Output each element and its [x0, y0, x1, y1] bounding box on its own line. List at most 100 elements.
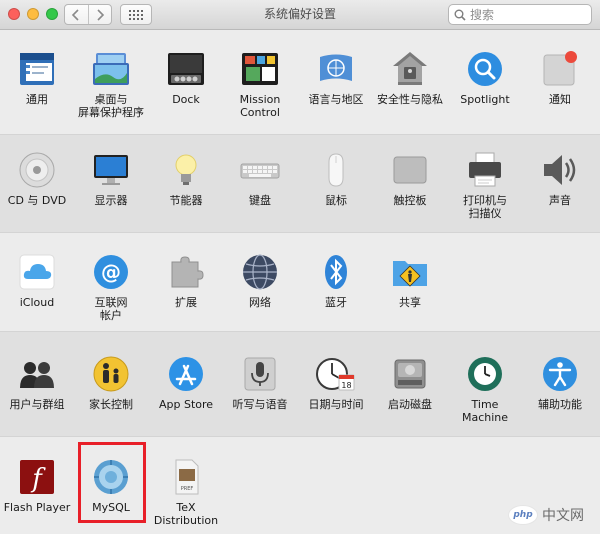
pane-label: 桌面与 屏幕保护程序 — [78, 93, 144, 119]
pane-accessibility[interactable]: 辅助功能 — [522, 354, 598, 411]
general-icon — [20, 53, 54, 85]
sharing-folder-icon — [393, 261, 427, 287]
trackpad-icon — [393, 156, 427, 184]
desktop-screensaver-icon — [93, 53, 129, 85]
pane-security-privacy[interactable]: 安全性与隐私 — [372, 49, 448, 106]
house-lock-icon — [393, 52, 427, 85]
pane-displays[interactable]: 显示器 — [73, 150, 149, 207]
pane-parental-controls[interactable]: 家长控制 — [73, 354, 149, 411]
pane-label: 通用 — [26, 93, 48, 106]
pane-label: Spotlight — [460, 93, 510, 106]
pane-label: 辅助功能 — [538, 398, 582, 411]
pane-network[interactable]: 网络 — [222, 252, 298, 309]
time-machine-icon — [468, 357, 502, 391]
pane-label: Mission Control — [239, 93, 281, 119]
pane-mission-control[interactable]: Mission Control — [222, 49, 298, 119]
spotlight-icon — [468, 52, 502, 86]
pane-language-region[interactable]: 语言与地区 — [298, 49, 374, 106]
pane-label: Dock — [172, 93, 200, 106]
pane-dictation-speech[interactable]: 听写与语音 — [222, 354, 298, 411]
pane-printers-scanners[interactable]: 打印机与 扫描仪 — [447, 150, 523, 220]
pane-label: CD 与 DVD — [7, 194, 67, 207]
pane-label: 蓝牙 — [325, 296, 347, 309]
users-icon — [20, 362, 54, 388]
pane-flash-player[interactable]: f Flash Player — [0, 457, 75, 514]
puzzle-piece-icon — [171, 256, 204, 288]
pane-time-machine[interactable]: Time Machine — [447, 354, 523, 424]
zoom-window-button[interactable] — [46, 8, 58, 20]
search-input[interactable] — [470, 7, 580, 22]
accessibility-icon — [543, 357, 577, 391]
at-sign-icon: @ — [94, 255, 128, 289]
pane-cd-dvd[interactable]: CD 与 DVD — [0, 150, 75, 207]
pane-spotlight[interactable]: Spotlight — [447, 49, 523, 106]
forward-button[interactable] — [87, 5, 112, 24]
pane-label: App Store — [158, 398, 214, 411]
pane-label: 节能器 — [169, 194, 203, 207]
minimize-window-button[interactable] — [27, 8, 39, 20]
keyboard-icon — [240, 163, 280, 179]
pane-label: 共享 — [399, 296, 421, 309]
pane-mouse[interactable]: 鼠标 — [298, 150, 374, 207]
pane-label: 家长控制 — [89, 398, 133, 411]
notifications-icon — [543, 51, 577, 86]
pane-label: 声音 — [549, 194, 571, 207]
search-box[interactable] — [448, 4, 592, 25]
pane-sharing[interactable]: 共享 — [372, 252, 448, 309]
microphone-icon — [244, 357, 276, 391]
pane-bluetooth[interactable]: 蓝牙 — [298, 252, 374, 309]
printer-icon — [469, 152, 501, 187]
pane-label: 启动磁盘 — [388, 398, 432, 411]
mouse-icon — [328, 153, 344, 187]
show-all-button[interactable] — [120, 4, 152, 25]
pane-startup-disk[interactable]: 启动磁盘 — [372, 354, 448, 411]
speaker-icon — [544, 155, 576, 185]
pane-label: 显示器 — [94, 194, 128, 207]
pane-general[interactable]: 通用 — [0, 49, 75, 106]
pane-app-store[interactable]: App Store — [148, 354, 224, 411]
svg-text:@: @ — [101, 260, 121, 284]
pane-notifications[interactable]: 通知 — [522, 49, 598, 106]
pane-tex-distribution[interactable]: PREF TeX Distribution — [148, 457, 224, 527]
pane-label: TeX Distribution — [153, 501, 219, 527]
globe-icon — [243, 254, 277, 290]
pane-label: 听写与语音 — [232, 398, 288, 411]
pane-extensions[interactable]: 扩展 — [148, 252, 224, 309]
pane-dock[interactable]: Dock — [148, 49, 224, 106]
pane-desktop-screensaver[interactable]: 桌面与 屏幕保护程序 — [73, 49, 149, 119]
pane-label: Flash Player — [3, 501, 71, 514]
pane-label: 鼠标 — [325, 194, 347, 207]
pane-label: Time Machine — [461, 398, 509, 424]
pane-internet-accounts[interactable]: @ 互联网 帐户 — [73, 252, 149, 322]
watermark-logo: php — [508, 505, 538, 525]
pane-label: 触控板 — [393, 194, 427, 207]
pane-label: 键盘 — [249, 194, 271, 207]
chevron-right-icon — [97, 8, 104, 21]
close-window-button[interactable] — [8, 8, 20, 20]
pref-label: PREF — [181, 486, 194, 492]
back-button[interactable] — [65, 5, 88, 24]
pane-label: 安全性与隐私 — [377, 93, 443, 106]
pane-users-groups[interactable]: 用户与群组 — [0, 354, 75, 411]
calendar-day-number: 18 — [341, 381, 351, 390]
pane-label: 互联网 帐户 — [94, 296, 128, 322]
pane-label: 语言与地区 — [308, 93, 364, 106]
pane-label: 网络 — [249, 296, 271, 309]
search-icon — [454, 9, 466, 21]
watermark: php 中文网 — [508, 502, 594, 528]
grid-icon — [129, 9, 143, 20]
pane-label: 扩展 — [175, 296, 197, 309]
pane-keyboard[interactable]: 键盘 — [222, 150, 298, 207]
flash-player-icon: f — [20, 460, 54, 494]
un-flag-icon — [320, 54, 352, 81]
pane-trackpad[interactable]: 触控板 — [372, 150, 448, 207]
pane-energy-saver[interactable]: 节能器 — [148, 150, 224, 207]
chevron-left-icon — [72, 8, 79, 21]
parental-controls-icon — [93, 356, 129, 392]
pane-label: 日期与时间 — [308, 398, 364, 411]
mission-control-icon — [242, 53, 278, 85]
pane-date-time[interactable]: 18 日期与时间 — [298, 354, 374, 411]
pane-sound[interactable]: 声音 — [522, 150, 598, 207]
title-bar: 系统偏好设置 — [0, 0, 600, 30]
pane-icloud[interactable]: iCloud — [0, 252, 75, 309]
